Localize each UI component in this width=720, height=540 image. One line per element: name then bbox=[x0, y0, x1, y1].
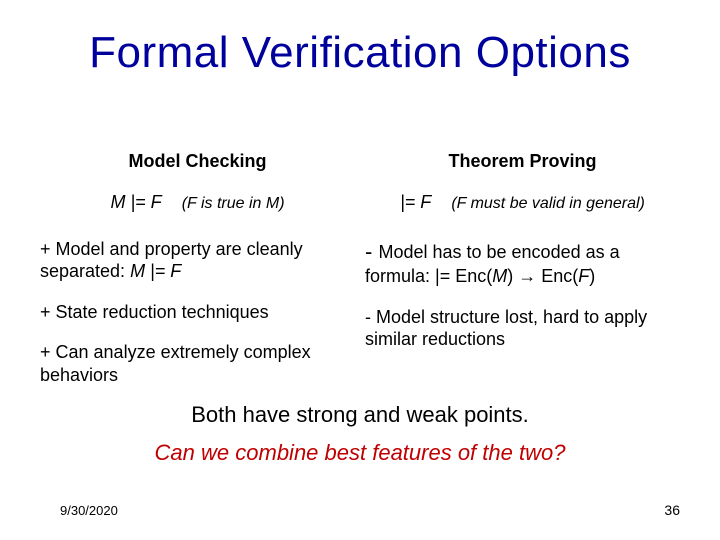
mc-notation-explain: (F is true in M) bbox=[182, 195, 285, 212]
tp-point1-minus: - bbox=[365, 239, 378, 264]
two-column-body: Model Checking M |= F (F is true in M) +… bbox=[40, 150, 680, 404]
mc-point-complex: + Can analyze extremely complex behavior… bbox=[40, 341, 355, 386]
tp-point1-mid: ) bbox=[507, 266, 518, 286]
tp-notation-formula: |= F bbox=[400, 192, 431, 212]
mc-heading: Model Checking bbox=[40, 150, 355, 173]
conclusion-line: Both have strong and weak points. bbox=[40, 402, 680, 428]
tp-point1-end: ) bbox=[589, 266, 595, 286]
question-line: Can we combine best features of the two? bbox=[40, 440, 680, 466]
footer-date: 9/30/2020 bbox=[60, 503, 118, 518]
tp-heading: Theorem Proving bbox=[365, 150, 680, 173]
footer-page-number: 36 bbox=[664, 502, 680, 518]
tp-point1-f: F bbox=[578, 266, 589, 286]
tp-point1-tail: Enc( bbox=[536, 266, 578, 286]
tp-notation-explain: (F must be valid in general) bbox=[451, 195, 645, 212]
tp-point1-m: M bbox=[492, 266, 507, 286]
tp-point-encoding: - Model has to be encoded as a formula: … bbox=[365, 238, 680, 288]
mc-notation-formula: M |= F bbox=[110, 192, 161, 212]
tp-point-structure-lost: - Model structure lost, hard to apply si… bbox=[365, 306, 680, 351]
slide-title: Formal Verification Options bbox=[40, 28, 680, 78]
mc-point-reduction: + State reduction techniques bbox=[40, 301, 355, 324]
column-model-checking: Model Checking M |= F (F is true in M) +… bbox=[40, 150, 355, 404]
slide: Formal Verification Options Model Checki… bbox=[0, 0, 720, 540]
mc-notation: M |= F (F is true in M) bbox=[40, 191, 355, 214]
mc-point-separation: + Model and property are cleanly separat… bbox=[40, 238, 355, 283]
implies-icon: → bbox=[518, 266, 536, 286]
tp-notation: |= F (F must be valid in general) bbox=[365, 191, 680, 214]
column-theorem-proving: Theorem Proving |= F (F must be valid in… bbox=[365, 150, 680, 404]
mc-point1-formula: M |= F bbox=[130, 261, 181, 281]
